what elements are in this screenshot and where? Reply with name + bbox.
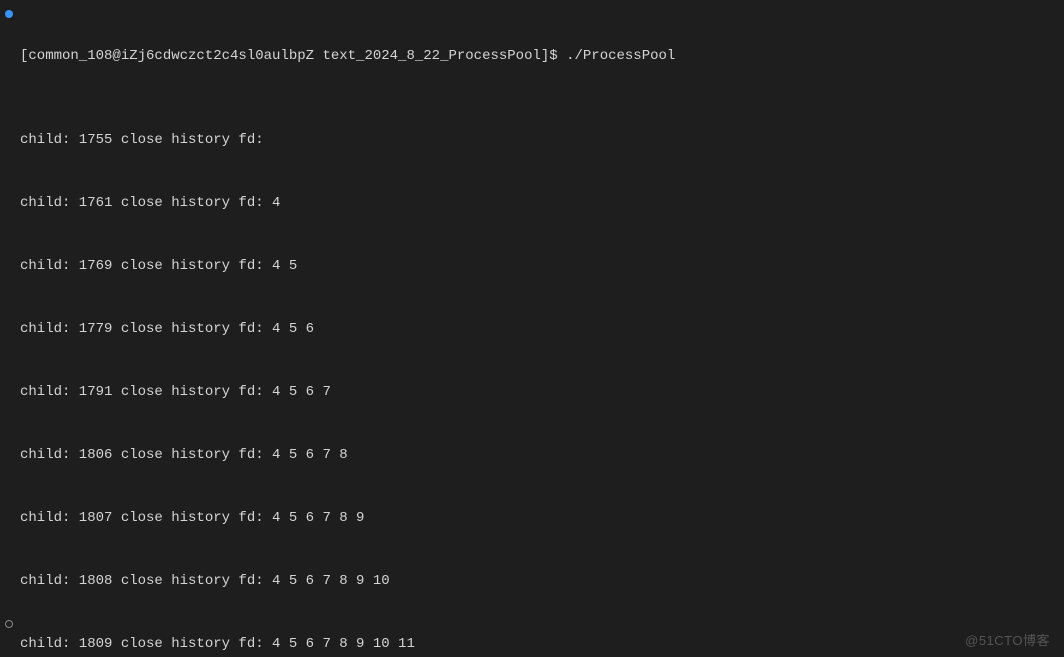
- output-line: child: 1808 close history fd: 4 5 6 7 8 …: [20, 571, 1056, 592]
- output-line: child: 1755 close history fd:: [20, 130, 1056, 151]
- output-line: child: 1761 close history fd: 4: [20, 193, 1056, 214]
- output-line: child: 1769 close history fd: 4 5: [20, 256, 1056, 277]
- entered-command: ./ProcessPool: [566, 48, 675, 64]
- terminal-output[interactable]: [common_108@iZj6cdwczct2c4sl0aulbpZ text…: [20, 4, 1056, 657]
- breakpoint-outline-icon: [5, 620, 13, 628]
- modified-dot-icon: [5, 10, 13, 18]
- output-line: child: 1779 close history fd: 4 5 6: [20, 319, 1056, 340]
- output-line: child: 1806 close history fd: 4 5 6 7 8: [20, 445, 1056, 466]
- output-line: child: 1807 close history fd: 4 5 6 7 8 …: [20, 508, 1056, 529]
- output-line: child: 1809 close history fd: 4 5 6 7 8 …: [20, 634, 1056, 655]
- output-line: child: 1791 close history fd: 4 5 6 7: [20, 382, 1056, 403]
- prompt-line: [common_108@iZj6cdwczct2c4sl0aulbpZ text…: [20, 46, 1056, 67]
- watermark-text: @51CTO博客: [965, 630, 1050, 649]
- editor-gutter: [0, 0, 18, 657]
- shell-prompt: [common_108@iZj6cdwczct2c4sl0aulbpZ text…: [20, 48, 566, 64]
